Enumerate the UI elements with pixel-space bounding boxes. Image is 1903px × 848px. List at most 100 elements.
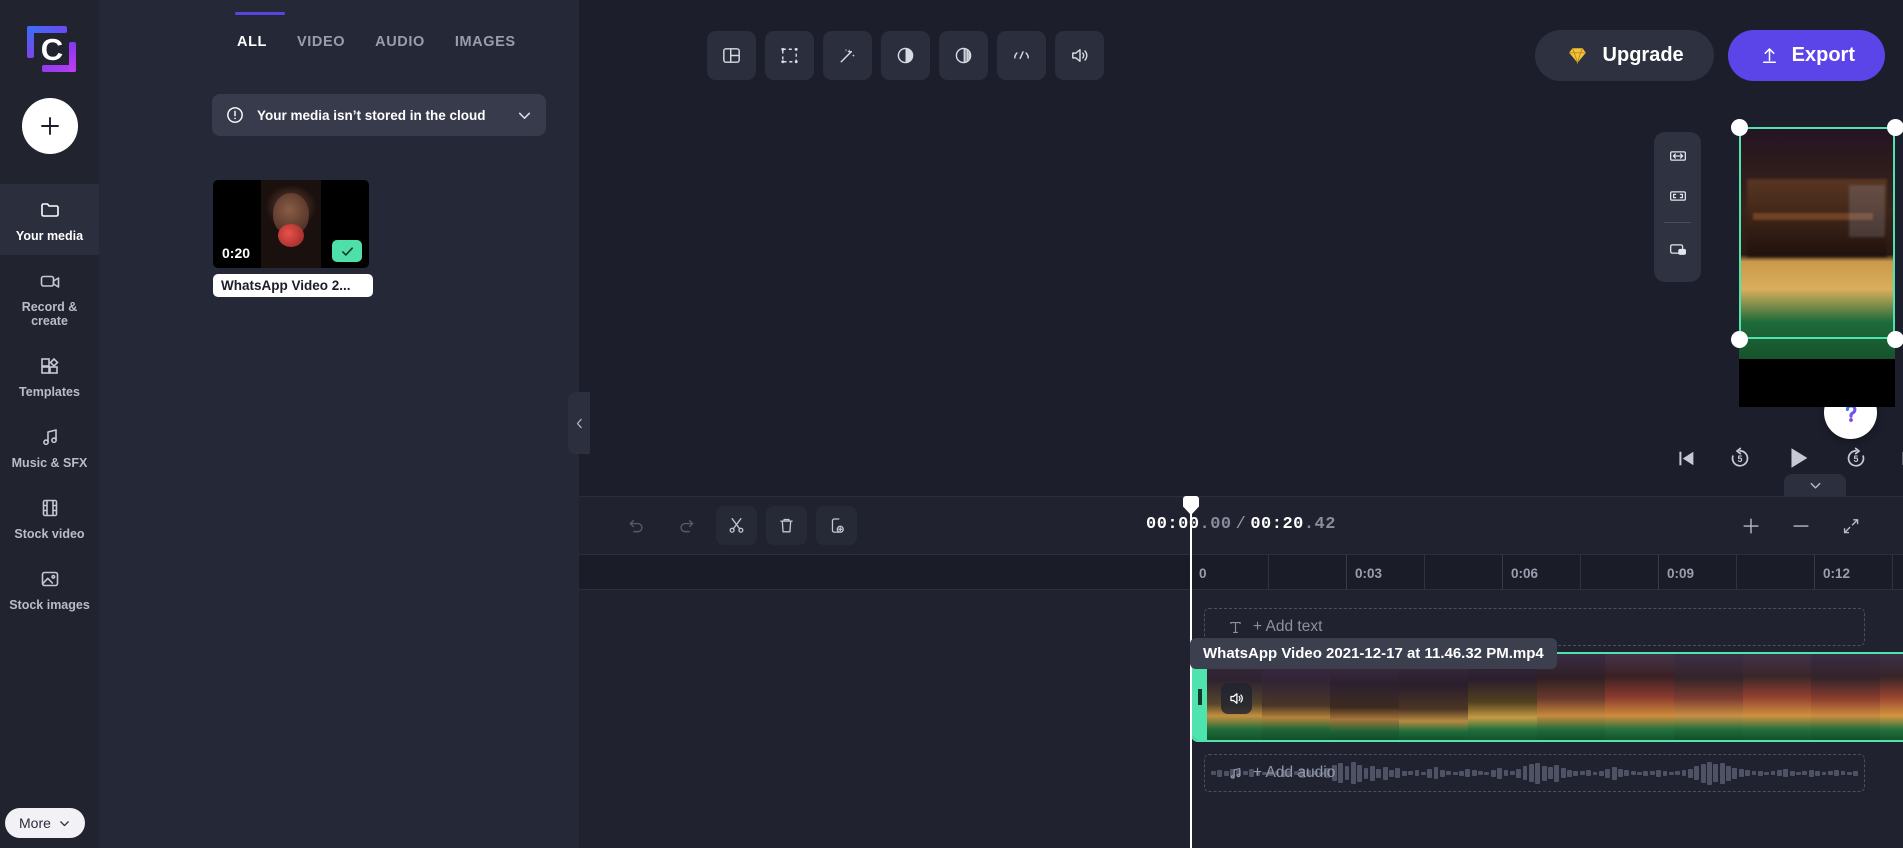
- rail-items: Your media Record & create Templates Mus…: [0, 184, 99, 624]
- upgrade-button[interactable]: Upgrade: [1534, 30, 1714, 81]
- collapse-timeline-button[interactable]: [1784, 474, 1846, 496]
- add-media-button[interactable]: [21, 98, 78, 154]
- sidebar-item-label: Record & create: [21, 300, 78, 328]
- fade-button[interactable]: [939, 31, 988, 80]
- upload-icon: [1762, 48, 1776, 63]
- fit-screen-button[interactable]: [1663, 181, 1693, 211]
- upgrade-label: Upgrade: [1602, 44, 1684, 66]
- stage: Upgrade Export 9:16: [579, 0, 1903, 848]
- layout-button[interactable]: [707, 31, 756, 80]
- audio-button[interactable]: [1055, 31, 1104, 80]
- adjust-colors-button[interactable]: [881, 31, 930, 80]
- zoom-out-button[interactable]: [1780, 506, 1821, 545]
- crop-icon: [781, 47, 798, 64]
- zoom-in-icon: [1742, 517, 1759, 534]
- export-button[interactable]: Export: [1727, 30, 1885, 81]
- sidebar-item-your-media[interactable]: Your media: [0, 184, 99, 255]
- fit-width-button[interactable]: [1663, 141, 1693, 171]
- tab-images[interactable]: IMAGES: [455, 34, 516, 53]
- more-button[interactable]: More: [5, 808, 85, 838]
- fit-width-icon: [1669, 151, 1686, 161]
- crop-handle-bottom-right[interactable]: [1887, 331, 1903, 348]
- top-right-actions: Upgrade Export: [1534, 30, 1885, 81]
- timeline-ruler[interactable]: 0 0:03 0:06 0:09 0:12 0:15 0:18 0:21: [579, 554, 1903, 591]
- forward-5-button[interactable]: 5: [1843, 445, 1869, 471]
- edit-toolbar: [707, 31, 1104, 80]
- sidebar-item-music-sfx[interactable]: Music & SFX: [0, 411, 99, 482]
- sidebar-item-record-create[interactable]: Record & create: [0, 255, 99, 340]
- speed-icon: [1014, 51, 1029, 60]
- sidebar-item-stock-video[interactable]: Stock video: [0, 482, 99, 553]
- sidebar-item-stock-images[interactable]: Stock images: [0, 553, 99, 624]
- volume-icon: [1230, 693, 1243, 704]
- magic-wand-icon: [840, 48, 855, 63]
- music-note-icon: [42, 429, 57, 446]
- clip-volume-button[interactable]: [1221, 683, 1252, 714]
- crop-handle-top-right[interactable]: [1887, 119, 1903, 136]
- notice-text: Your media isn’t stored in the cloud: [257, 107, 486, 123]
- media-thumbnail[interactable]: 0:20: [213, 180, 369, 268]
- current-frames: .00: [1199, 515, 1232, 534]
- sidebar-item-label: Music & SFX: [11, 456, 88, 470]
- ruler-label: 0:06: [1511, 566, 1539, 581]
- chevron-left-icon: [576, 418, 582, 428]
- check-icon: [341, 246, 353, 256]
- clip-name-tooltip: WhatsApp Video 2021-12-17 at 11.46.32 PM…: [1190, 638, 1557, 669]
- crop-tools-panel: [1654, 132, 1701, 282]
- music-note-icon: [1230, 767, 1241, 779]
- crop-handle-top-left[interactable]: [1731, 119, 1748, 136]
- plus-icon: [40, 117, 59, 135]
- crop-handle-bottom-left[interactable]: [1731, 331, 1748, 348]
- diamond-icon: [1568, 48, 1586, 65]
- image-icon: [41, 571, 58, 587]
- svg-text:5: 5: [1738, 454, 1743, 464]
- timeline: 00:00.00/00:20.42 0 0:03 0:06 0:09 0:12 …: [579, 496, 1903, 848]
- filters-button[interactable]: [823, 31, 872, 80]
- templates-icon: [40, 357, 59, 374]
- add-audio-label: + Add audio: [1253, 764, 1336, 781]
- clipchamp-editor: C Your media Record & create Templates M…: [0, 0, 1903, 848]
- chevron-down-icon: [1810, 482, 1820, 489]
- chevron-down-icon[interactable]: [516, 107, 533, 124]
- play-icon: [1791, 448, 1808, 468]
- volume-icon: [1072, 49, 1088, 62]
- media-selected-badge[interactable]: [332, 240, 362, 262]
- fit-screen-icon: [1669, 191, 1686, 201]
- timeline-zoom-tools: [1730, 506, 1871, 545]
- picture-in-picture-button[interactable]: [1663, 234, 1693, 264]
- rewind-5-button[interactable]: 5: [1727, 445, 1753, 471]
- layout-icon: [723, 48, 740, 63]
- speed-button[interactable]: [997, 31, 1046, 80]
- fit-timeline-button[interactable]: [1830, 506, 1871, 545]
- app-logo[interactable]: C: [23, 22, 77, 76]
- tab-audio[interactable]: AUDIO: [375, 34, 425, 53]
- timecode-display: 00:00.00/00:20.42: [579, 515, 1903, 534]
- video-preview[interactable]: [1739, 127, 1895, 407]
- fade-icon: [955, 47, 972, 64]
- contrast-icon: [897, 47, 914, 64]
- add-text-label: + Add text: [1253, 618, 1323, 635]
- sidebar-item-templates[interactable]: Templates: [0, 340, 99, 411]
- video-camera-icon: [40, 275, 59, 288]
- tab-all[interactable]: ALL: [235, 12, 285, 53]
- skip-to-start-button[interactable]: [1674, 446, 1699, 471]
- playback-controls: 5 5: [1674, 441, 1903, 475]
- add-audio-track[interactable]: + Add audio: [1204, 754, 1865, 792]
- alert-circle-icon: [227, 107, 243, 123]
- media-duration: 0:20: [222, 245, 251, 261]
- crop-button[interactable]: [765, 31, 814, 80]
- play-button[interactable]: [1781, 441, 1815, 475]
- cloud-storage-notice[interactable]: Your media isn’t stored in the cloud: [212, 94, 546, 136]
- sidebar-item-label: Your media: [15, 229, 84, 243]
- skip-to-end-button[interactable]: [1897, 446, 1903, 471]
- timecode-separator: /: [1235, 515, 1247, 534]
- playhead[interactable]: [1190, 497, 1192, 848]
- zoom-in-button[interactable]: [1730, 506, 1771, 545]
- forward-5-icon: 5: [1847, 447, 1865, 467]
- more-label: More: [19, 815, 51, 831]
- media-panel: ALL VIDEO AUDIO IMAGES Your media isn’t …: [99, 0, 590, 848]
- collapse-panel-button[interactable]: [568, 392, 590, 454]
- picture-in-picture-icon: [1669, 244, 1686, 255]
- media-item[interactable]: 0:20 WhatsApp Video 2...: [213, 180, 373, 297]
- tab-video[interactable]: VIDEO: [297, 34, 345, 53]
